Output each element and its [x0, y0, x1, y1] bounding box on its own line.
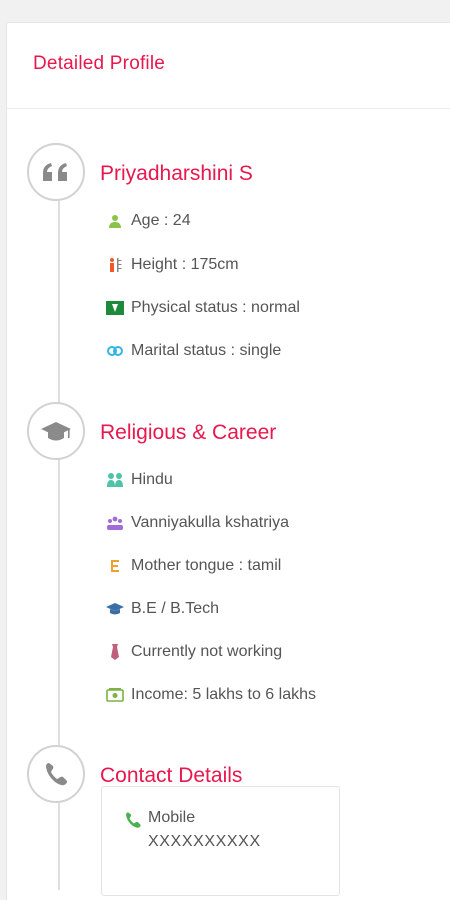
religious-career-title: Religious & Career	[100, 421, 277, 444]
physical-status-icon	[106, 299, 124, 317]
phone-icon	[27, 745, 85, 803]
community-item: Vanniyakulla kshatriya	[106, 513, 289, 533]
physical-status-label: Physical status : normal	[131, 299, 300, 316]
tie-icon	[106, 643, 124, 661]
occupation-item: Currently not working	[106, 642, 282, 662]
card-header: Detailed Profile	[7, 23, 450, 109]
mother-tongue-label: Mother tongue : tamil	[131, 557, 282, 574]
education-item: B.E / B.Tech	[106, 599, 219, 619]
mobile-label: Mobile	[148, 809, 196, 826]
physical-status-item: Physical status : normal	[106, 298, 300, 318]
contact-details-title: Contact Details	[100, 764, 243, 787]
quote-icon	[27, 143, 85, 201]
profile-page: Detailed Profile Priyadharshini S Age : …	[0, 0, 450, 900]
education-cap-icon	[106, 600, 124, 618]
community-icon	[106, 514, 124, 532]
religion-item: Hindu	[106, 470, 173, 490]
occupation-label: Currently not working	[131, 643, 283, 660]
height-icon	[106, 256, 124, 274]
income-item: Income: 5 lakhs to 6 lakhs	[106, 685, 316, 705]
marital-status-label: Marital status : single	[131, 342, 282, 359]
person-icon	[106, 212, 124, 230]
graduation-cap-icon	[27, 402, 85, 460]
mother-tongue-item: Mother tongue : tamil	[106, 556, 281, 576]
age-item: Age : 24	[106, 211, 191, 231]
rings-icon	[106, 342, 124, 360]
card-title: Detailed Profile	[33, 53, 166, 74]
age-label: Age : 24	[131, 212, 191, 229]
profile-name: Priyadharshini S	[100, 162, 253, 185]
mobile-phone-icon	[124, 811, 142, 829]
mobile-value: XXXXXXXXXX	[148, 833, 261, 850]
education-label: B.E / B.Tech	[131, 600, 220, 617]
religion-icon	[106, 471, 124, 489]
language-icon	[106, 557, 124, 575]
income-icon	[106, 686, 124, 704]
community-label: Vanniyakulla kshatriya	[131, 514, 290, 531]
height-item: Height : 175cm	[106, 255, 239, 275]
income-label: Income: 5 lakhs to 6 lakhs	[131, 686, 316, 703]
religion-label: Hindu	[131, 471, 173, 488]
top-strip	[0, 0, 450, 8]
height-label: Height : 175cm	[131, 256, 239, 273]
contact-box: Mobile XXXXXXXXXX	[101, 786, 340, 896]
marital-status-item: Marital status : single	[106, 341, 281, 361]
